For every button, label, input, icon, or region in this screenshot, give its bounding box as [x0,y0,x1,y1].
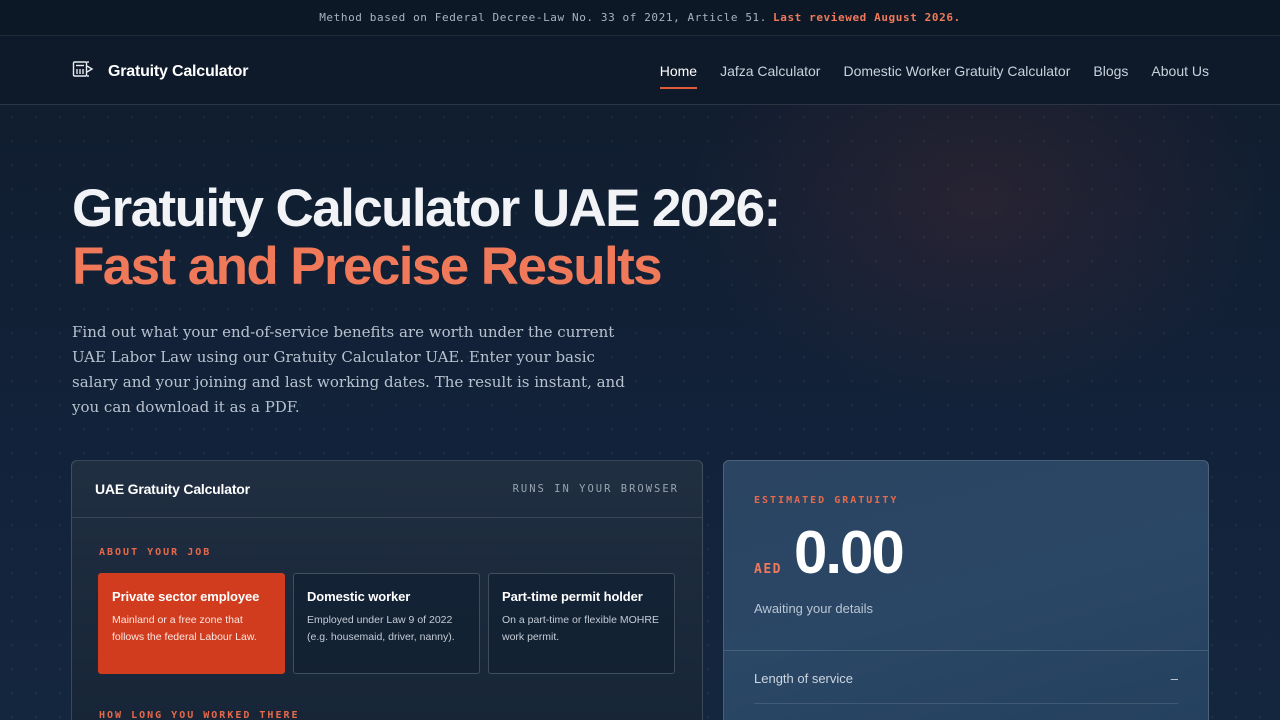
section-label-duration: HOW LONG YOU WORKED THERE [99,710,300,720]
option-description: Mainland or a free zone that follows the… [112,614,257,643]
nav-link-jafza-calculator[interactable]: Jafza Calculator [720,36,820,105]
employment-type-options: Private sector employee Mainland or a fr… [98,573,675,674]
calculator-title: UAE Gratuity Calculator [95,481,250,497]
estimated-gratuity-label: ESTIMATED GRATUITY [754,495,899,506]
nav-link-domestic-worker-calculator[interactable]: Domestic Worker Gratuity Calculator [843,36,1070,105]
method-banner: Method based on Federal Decree-Law No. 3… [0,0,1280,36]
option-domestic-worker[interactable]: Domestic worker Employed under Law 9 of … [293,573,480,674]
length-of-service-row: Length of service – [754,671,1178,686]
length-of-service-label: Length of service [754,671,854,686]
option-title: Part-time permit holder [502,589,643,604]
last-reviewed-text: Last reviewed August 2026. [773,11,961,24]
nav-links: Home Jafza Calculator Domestic Worker Gr… [659,36,1209,105]
option-private-sector[interactable]: Private sector employee Mainland or a fr… [98,573,285,674]
divider [724,650,1208,651]
page-title-main: Gratuity Calculator UAE 2026: [72,179,781,238]
gratuity-amount: 0.00 [793,519,905,586]
option-title: Domestic worker [307,589,411,604]
calculator-card: UAE Gratuity Calculator RUNS IN YOUR BRO… [71,460,703,720]
runs-in-browser-tag: RUNS IN YOUR BROWSER [512,483,679,495]
page-title: Gratuity Calculator UAE 2026: Fast and P… [72,179,781,296]
length-of-service-value: – [1170,671,1178,686]
nav-link-blogs[interactable]: Blogs [1093,36,1128,105]
option-description: Employed under Law 9 of 2022 (e.g. house… [307,614,455,643]
option-part-time[interactable]: Part-time permit holder On a part-time o… [488,573,675,674]
divider [754,703,1178,704]
hero-description: Find out what your end-of-service benefi… [72,323,625,416]
calculator-icon [72,60,94,83]
section-label-about-job: ABOUT YOUR JOB [99,547,212,558]
hero: Gratuity Calculator UAE 2026: Fast and P… [72,179,781,420]
page-title-accent: Fast and Precise Results [72,237,663,296]
result-status: Awaiting your details [754,601,873,616]
logo[interactable]: Gratuity Calculator [72,60,248,83]
nav-link-home[interactable]: Home [659,36,698,105]
logo-title: Gratuity Calculator [108,62,249,80]
calculator-card-header: UAE Gratuity Calculator RUNS IN YOUR BRO… [72,461,702,518]
amount-row: AED 0.00 [754,519,905,586]
method-text: Method based on Federal Decree-Law No. 3… [319,11,767,24]
result-card: ESTIMATED GRATUITY AED 0.00 Awaiting you… [723,460,1209,720]
option-description: On a part-time or flexible MOHRE work pe… [502,614,659,643]
currency-label: AED [754,562,782,577]
navbar: Gratuity Calculator Home Jafza Calculato… [0,36,1280,105]
option-title: Private sector employee [112,589,260,604]
nav-link-about-us[interactable]: About Us [1151,36,1209,105]
